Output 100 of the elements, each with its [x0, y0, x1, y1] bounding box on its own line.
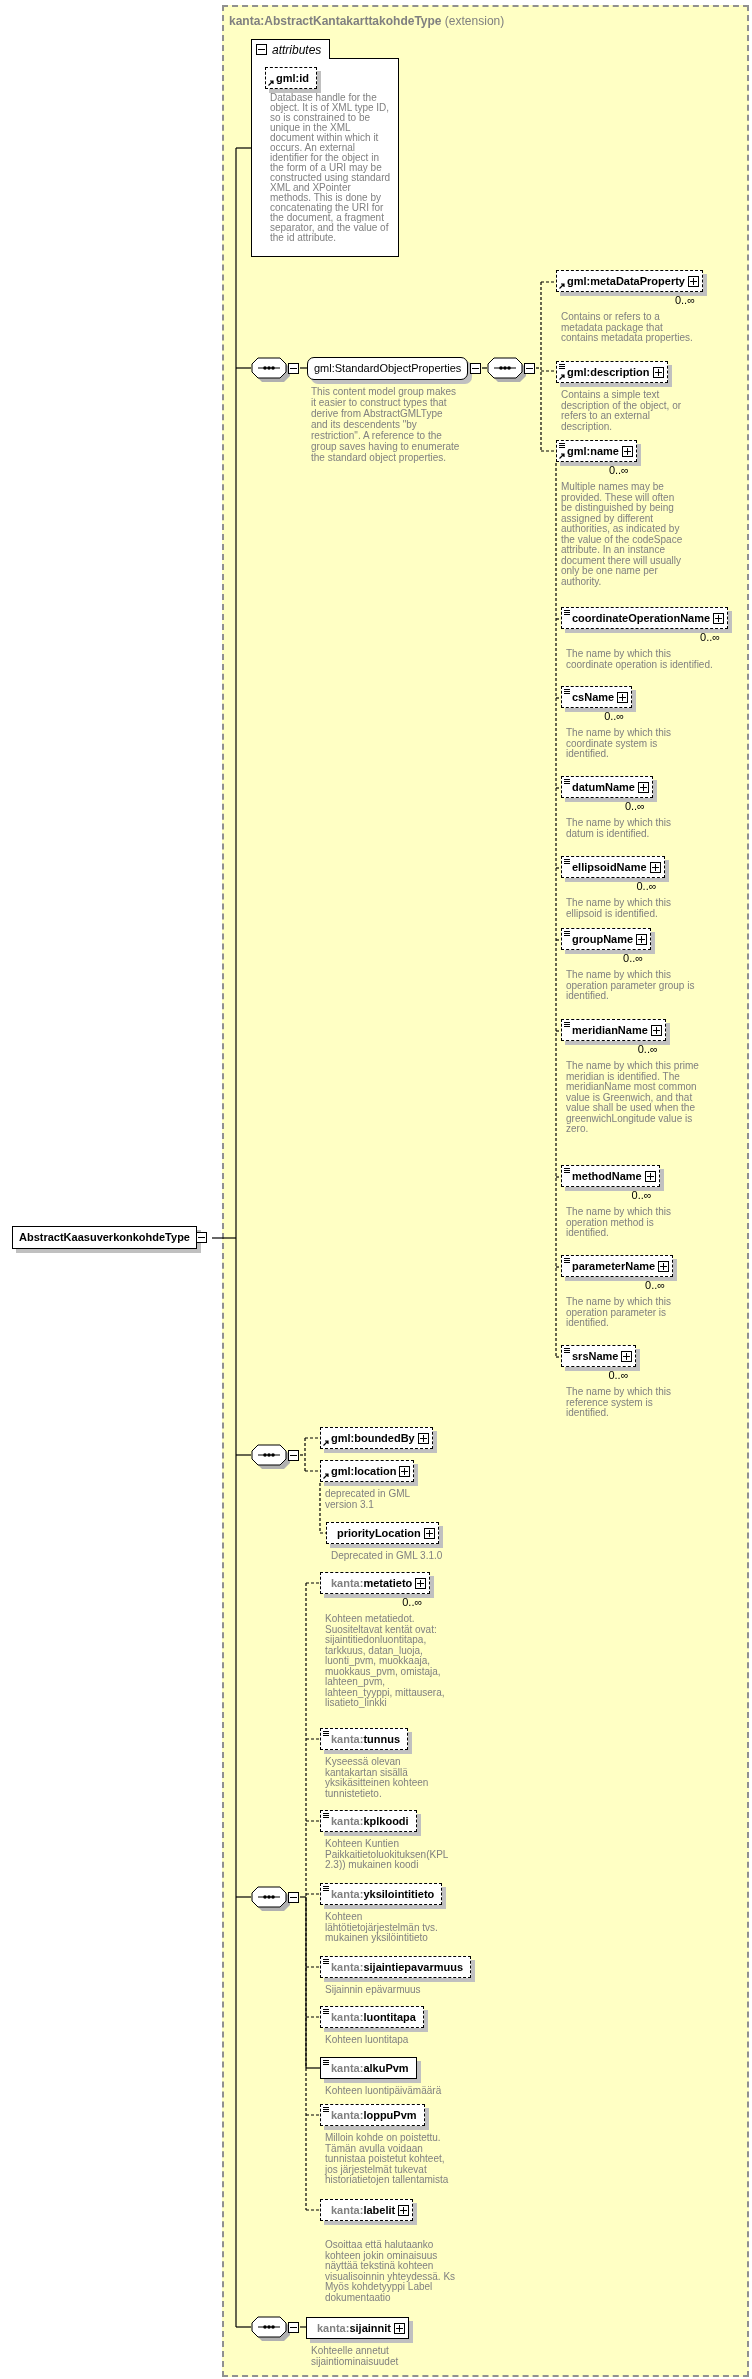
plus-icon [417, 1580, 425, 1587]
collapse-button[interactable] [470, 363, 482, 374]
attributes-label: attributes [272, 41, 323, 59]
minus-icon [258, 46, 265, 53]
expand-button[interactable] [636, 934, 648, 945]
lines-icon [564, 779, 570, 784]
element-name: groupName [572, 931, 634, 947]
element-name: methodName [572, 1168, 642, 1184]
occurrence-label: 0..∞ [624, 800, 645, 812]
occurrence-label: 0..∞ [608, 1369, 629, 1381]
documentation-text: Contains or refers to a metadata package that contains metadata properties. [561, 312, 694, 344]
collapse-button[interactable] [288, 1449, 299, 1461]
sequence-icon [251, 1444, 291, 1470]
documentation-text: Multiple names may be provided. These will often be distinguished by being assigned by different authorities, as indicated by the value of the codeSpace attribute. In an instance document there will usually only be one name per authority. [561, 482, 684, 587]
expand-button[interactable] [415, 1578, 427, 1589]
element-name: kanta:metatieto [331, 1575, 413, 1591]
element-name: gml:id [276, 70, 309, 86]
collapse-button[interactable] [524, 362, 535, 374]
expand-button[interactable] [417, 1433, 429, 1444]
element-name: datumName [572, 779, 635, 795]
plus-icon [395, 2325, 403, 2332]
documentation-text: Kyseessä olevan kantakartan sisällä yksikäsitteinen kohteen tunnistetieto. [325, 1757, 430, 1799]
element-name: kanta:kplkoodi [331, 1813, 409, 1829]
documentation-text: Kohteelle annetut sijaintiominaisuudet [311, 2346, 400, 2367]
element-name: kanta:loppuPvm [331, 2107, 417, 2123]
plus-icon [619, 694, 627, 701]
documentation-text: The name by which this coordinate operation is identified. [566, 649, 714, 670]
expand-button[interactable] [423, 1528, 435, 1539]
lines-icon [323, 2107, 329, 2112]
expand-button[interactable] [658, 1261, 670, 1272]
documentation-text: The name by which this ellipsoid is identified. [566, 898, 673, 919]
documentation-text: Kohteen Kuntien Paikkaitietoluokituksen(KPL 2.3)) mukainen koodi [325, 1839, 450, 1871]
element-name: kanta:yksilointitieto [331, 1886, 435, 1902]
expand-button[interactable] [393, 2323, 405, 2334]
expand-button[interactable] [398, 2205, 410, 2216]
element-name: csName [572, 689, 615, 705]
expand-button[interactable] [649, 862, 661, 873]
lines-icon [323, 1813, 329, 1818]
occurrence-label: 0..∞ [645, 1279, 666, 1291]
plus-icon [623, 1353, 631, 1360]
expand-button[interactable] [688, 276, 699, 287]
documentation-text: Kohteen lähtötietojärjestelmän tvs. mukainen yksilöintitieto [325, 1912, 439, 1944]
sequence-icon [487, 357, 527, 383]
lines-icon [323, 1731, 329, 1736]
expand-button[interactable] [652, 367, 664, 378]
element-name: kanta:sijainnit [317, 2320, 391, 2336]
element-name: kanta:alkuPvm [331, 2060, 409, 2076]
minus-icon [197, 1234, 205, 1241]
lines-icon [564, 1022, 570, 1027]
element-name: gml:boundedBy [331, 1430, 415, 1446]
documentation-text: Milloin kohde on poistettu. Tämän avulla voidaan tunnistaa poistetut kohteet, jos järjestelmät tukevat historiatietojen tallentamista [325, 2133, 450, 2186]
documentation-text: The name by which this prime meridian is identified. The meridianName most common value is Greenwich, and that value shall be used when the greenwichLongitude value is zero. [566, 1061, 700, 1135]
lines-icon [564, 689, 570, 694]
arrow-icon [323, 1440, 329, 1446]
expand-button[interactable] [713, 613, 725, 624]
extension-title: kanta:AbstractKantakarttakohdeType (extension) [229, 13, 505, 30]
documentation-text: The name by which this coordinate system is identified. [566, 728, 673, 760]
element-name: kanta:luontitapa [331, 2009, 416, 2025]
expand-button[interactable] [617, 692, 629, 703]
arrow-icon [559, 374, 565, 380]
expand-button[interactable] [637, 782, 649, 793]
occurrence-label: 0..∞ [636, 880, 657, 892]
collapse-button[interactable] [288, 1891, 299, 1903]
element-name: gml:name [567, 443, 619, 459]
arrow-icon [559, 283, 565, 289]
collapse-button[interactable] [288, 2321, 299, 2333]
element-name: meridianName [572, 1022, 648, 1038]
element-name: priorityLocation [337, 1525, 421, 1541]
plus-icon [646, 1173, 654, 1180]
element-name: parameterName [572, 1258, 656, 1274]
documentation-text: Kohteen luontipäivämäärä [325, 2086, 443, 2097]
plus-icon [639, 784, 647, 791]
plus-icon [419, 1435, 427, 1442]
documentation-text: The name by which this operation parameter is identified. [566, 1297, 673, 1329]
documentation-text: Kohteen luontitapa [325, 2035, 410, 2046]
plus-icon [715, 615, 723, 622]
element-name: gml:location [331, 1463, 397, 1479]
documentation-text: The name by which this operation method is identified. [566, 1207, 673, 1239]
documentation-text: Deprecated in GML 3.1.0 [331, 1551, 444, 1562]
plus-icon [660, 1263, 668, 1270]
element-name: srsName [572, 1348, 619, 1364]
lines-icon [564, 1258, 570, 1263]
collapse-button[interactable] [195, 1232, 207, 1243]
plus-icon [425, 1530, 433, 1537]
lines-icon [559, 443, 565, 448]
element-name: gml:description [567, 364, 650, 380]
collapse-button[interactable] [288, 362, 299, 374]
documentation-text: The name by which this datum is identified. [566, 818, 673, 839]
occurrence-label: 0..∞ [631, 1189, 652, 1201]
expand-button[interactable] [621, 446, 633, 457]
arrow-icon [323, 1473, 329, 1479]
plus-icon [638, 936, 646, 943]
expand-button[interactable] [650, 1025, 662, 1036]
arrow-icon [268, 80, 274, 86]
expand-button[interactable] [644, 1171, 656, 1182]
expand-button[interactable] [399, 1466, 411, 1477]
collapse-button[interactable] [256, 44, 267, 55]
occurrence-label: 0..∞ [700, 631, 721, 643]
expand-button[interactable] [621, 1351, 633, 1362]
sequence-icon [251, 2316, 291, 2342]
